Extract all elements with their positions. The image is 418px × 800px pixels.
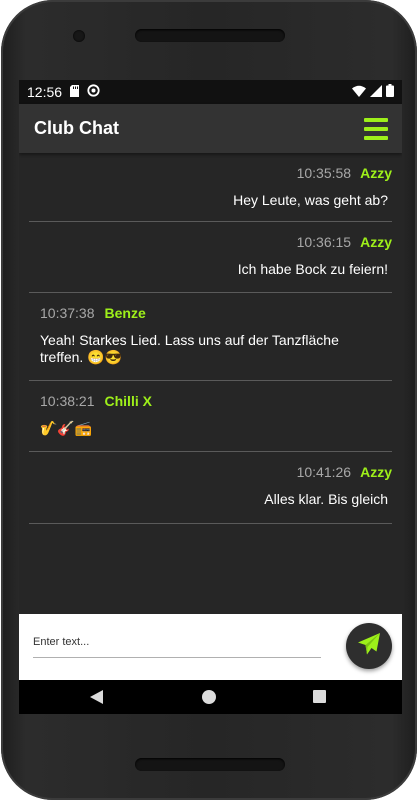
message-text: Alles klar. Bis gleich <box>264 491 388 507</box>
app-title: Club Chat <box>34 118 119 138</box>
message-list[interactable]: 10:35:58 Azzy Hey Leute, was geht ab? 10:… <box>19 153 402 614</box>
message-item: 10:35:58 Azzy Hey Leute, was geht ab? <box>29 153 392 222</box>
bottom-speaker <box>135 758 285 771</box>
message-timestamp: 10:41:26 <box>296 464 352 480</box>
home-icon[interactable] <box>202 690 216 704</box>
sd-card-icon <box>70 84 80 100</box>
message-username[interactable]: Azzy <box>360 464 392 480</box>
message-text: Yeah! Starkes Lied. Lass uns auf der Tan… <box>40 332 339 365</box>
wifi-icon <box>352 84 366 100</box>
message-input[interactable] <box>33 627 321 658</box>
earpiece-speaker <box>135 29 285 42</box>
message-username[interactable]: Azzy <box>360 234 392 250</box>
message-timestamp: 10:38:21 <box>40 393 95 409</box>
send-icon <box>357 632 381 661</box>
recents-icon[interactable] <box>313 690 326 703</box>
message-text: Ich habe Bock zu feiern! <box>237 261 388 277</box>
message-text: Hey Leute, was geht ab? <box>233 192 388 208</box>
phone-frame: 12:56 Club Chat 10:35:58 Azzy Hey Leute,… <box>1 0 417 800</box>
message-timestamp: 10:36:15 <box>296 234 352 250</box>
status-time: 12:56 <box>27 84 63 100</box>
message-item: 10:38:21 Chilli X 🎷🎸📻 <box>29 381 392 452</box>
message-username[interactable]: Benze <box>105 305 146 321</box>
front-camera <box>73 30 85 42</box>
message-timestamp: 10:35:58 <box>296 165 352 181</box>
message-item: 10:36:15 Azzy Ich habe Bock zu feiern! <box>29 222 392 293</box>
message-username[interactable]: Chilli X <box>105 393 152 409</box>
send-button[interactable] <box>346 623 392 669</box>
back-icon[interactable] <box>90 690 104 709</box>
hamburger-menu-icon[interactable] <box>364 117 388 140</box>
message-text: 🎷🎸📻 <box>40 420 93 436</box>
signal-icon <box>370 84 382 100</box>
sync-icon <box>87 84 100 100</box>
screen: 12:56 Club Chat 10:35:58 Azzy Hey Leute,… <box>19 80 402 714</box>
message-username[interactable]: Azzy <box>360 165 392 181</box>
status-icons <box>352 84 394 100</box>
app-bar: Club Chat <box>19 104 402 153</box>
message-timestamp: 10:37:38 <box>40 305 95 321</box>
system-nav-bar <box>19 680 402 714</box>
message-item: 10:41:26 Azzy Alles klar. Bis gleich <box>29 452 392 524</box>
battery-icon <box>386 84 394 100</box>
message-item: 10:37:38 Benze Yeah! Starkes Lied. Lass u… <box>29 293 392 381</box>
status-bar: 12:56 <box>19 80 402 104</box>
message-composer <box>19 614 402 680</box>
